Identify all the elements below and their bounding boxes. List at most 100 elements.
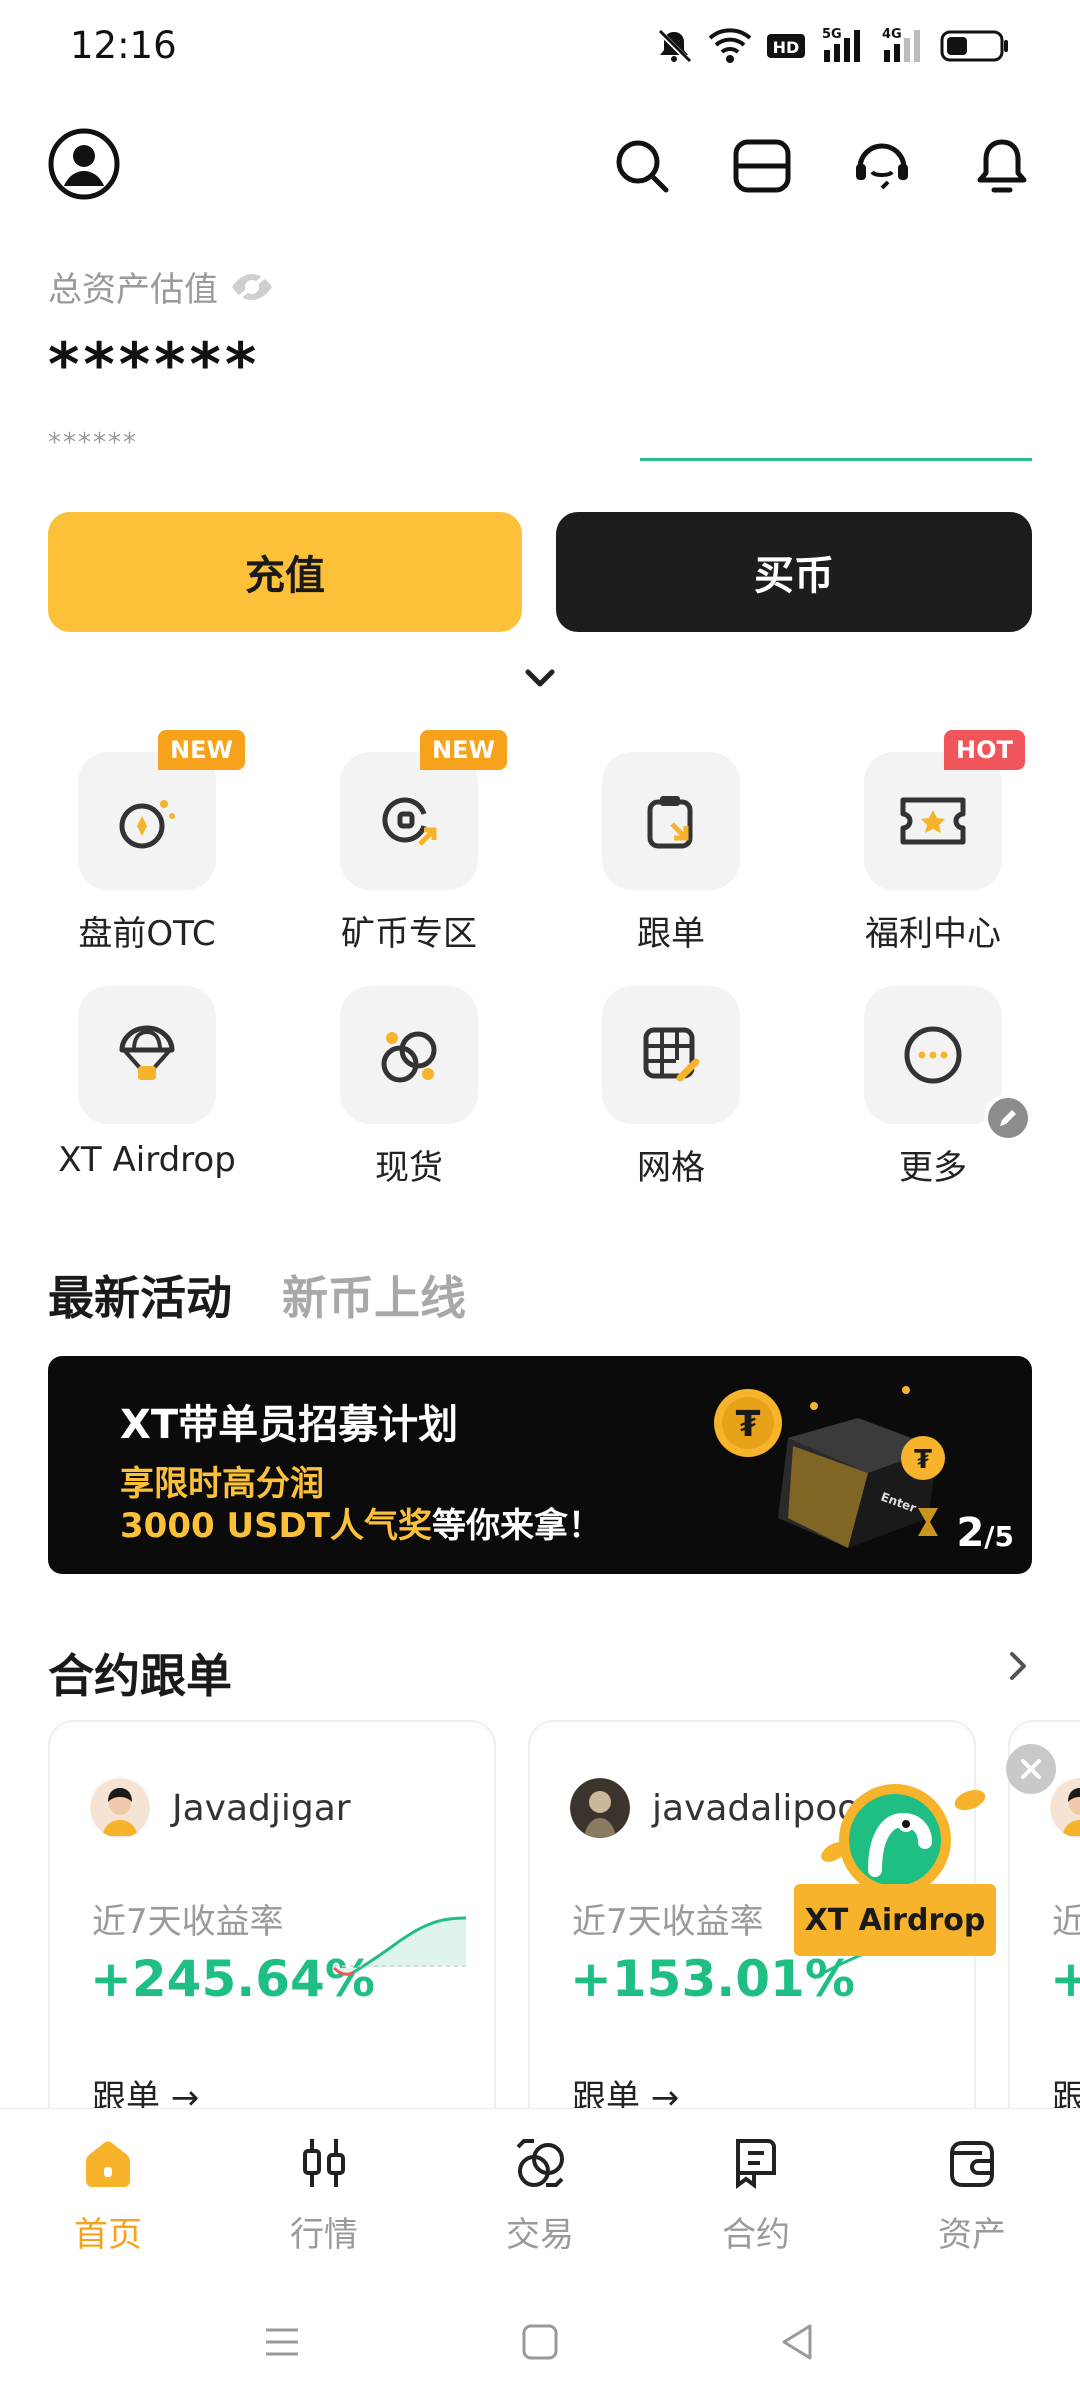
- return-label: 近7天收益率: [572, 1902, 764, 1942]
- shortcut-label: 更多: [899, 1148, 967, 1188]
- status-bar: 12:16 HD 5G 4G: [0, 0, 1080, 96]
- home-icon: [86, 2141, 130, 2187]
- deposit-button[interactable]: 充值: [48, 512, 522, 632]
- menu-icon[interactable]: [260, 2320, 304, 2364]
- wifi-icon: [708, 28, 752, 63]
- return-value: +: [1050, 1950, 1080, 2008]
- follow-trader-button[interactable]: 跟单 →: [572, 2070, 679, 2110]
- nav-futures[interactable]: 合约: [648, 2133, 864, 2256]
- close-airdrop-float-icon[interactable]: [1006, 1744, 1056, 1794]
- tab-new-listings[interactable]: 新币上线: [282, 1262, 466, 1328]
- home-square-icon[interactable]: [518, 2320, 562, 2364]
- bottom-nav: 首页 行情 交易 合约 资产: [0, 2108, 1080, 2276]
- new-badge: NEW: [420, 730, 507, 770]
- copy-trading-title: 合约跟单: [48, 1649, 232, 1703]
- signal-5g-icon: 5G: [822, 27, 860, 62]
- shortcut-rewards-center[interactable]: HOT 福利中心: [798, 730, 1060, 954]
- follow-trader-button[interactable]: 跟单 →: [92, 2070, 199, 2110]
- follow-trader-button[interactable]: 跟: [1052, 2070, 1080, 2110]
- support-icon[interactable]: [852, 136, 912, 196]
- buy-crypto-button[interactable]: 买币: [556, 512, 1032, 632]
- trade-icon: [516, 2139, 564, 2187]
- banner-page-total: /5: [984, 1520, 1014, 1553]
- tab-latest-activities[interactable]: 最新活动: [48, 1262, 232, 1328]
- shortcut-copy-trade[interactable]: 跟单: [536, 730, 798, 954]
- trader-avatar: [1050, 1778, 1080, 1838]
- airdrop-floating-widget[interactable]: XT Airdrop: [790, 1780, 1000, 1960]
- hd-icon: HD: [767, 34, 805, 58]
- total-asset-value: ******: [48, 330, 261, 400]
- svg-text:4G: 4G: [882, 27, 902, 42]
- total-asset-label-text: 总资产估值: [48, 270, 218, 310]
- airdrop-mascot-icon: [821, 1784, 986, 1896]
- airdrop-icon: [78, 986, 216, 1124]
- shortcut-label: XT Airdrop: [58, 1140, 236, 1180]
- shortcut-pre-market-otc[interactable]: NEW 盘前OTC: [12, 730, 274, 954]
- new-badge: NEW: [158, 730, 245, 770]
- svg-text:HD: HD: [773, 38, 800, 57]
- nav-home[interactable]: 首页: [0, 2133, 216, 2256]
- signal-4g-icon: 4G: [882, 27, 920, 62]
- nav-trade[interactable]: 交易: [432, 2133, 648, 2256]
- copy-trade-icon: [602, 752, 740, 890]
- grid-trading-icon: [602, 986, 740, 1124]
- banner-page-current: 2: [956, 1510, 985, 1556]
- total-asset-fiat-value: ******: [48, 428, 138, 458]
- shortcut-label: 网格: [637, 1148, 705, 1188]
- nav-label: 交易: [506, 2215, 574, 2255]
- expand-chevron-down-icon[interactable]: [522, 664, 558, 692]
- asset-trend-line: [640, 458, 1032, 461]
- shortcut-mining-coin[interactable]: NEW 矿币专区: [274, 730, 536, 954]
- notification-bell-icon[interactable]: [972, 136, 1032, 196]
- shortcut-label: 现货: [375, 1148, 443, 1188]
- hot-badge: HOT: [944, 730, 1025, 770]
- banner-reward-highlight: 3000 USDT人气奖: [120, 1506, 432, 1546]
- trader-info: Javadjigar: [90, 1778, 351, 1838]
- search-icon[interactable]: [612, 136, 672, 196]
- nav-assets[interactable]: 资产: [864, 2133, 1080, 2256]
- nav-market[interactable]: 行情: [216, 2133, 432, 2256]
- svg-text:₮: ₮: [914, 1445, 932, 1475]
- trader-avatar: [90, 1778, 150, 1838]
- svg-text:5G: 5G: [822, 27, 842, 42]
- more-icon: [864, 986, 1002, 1124]
- airdrop-float-label: XT Airdrop: [794, 1884, 996, 1956]
- banner-title: XT带单员招募计划: [120, 1402, 459, 1448]
- market-icon: [303, 2139, 345, 2187]
- return-sparkline: [332, 1916, 467, 1976]
- system-nav-bar: [0, 2276, 1080, 2408]
- status-icons: HD 5G 4G: [654, 26, 1010, 66]
- shortcut-grid-trading[interactable]: 网格: [536, 964, 798, 1188]
- trader-avatar: [570, 1778, 630, 1838]
- shortcut-more[interactable]: 更多: [798, 964, 1060, 1188]
- mining-coin-icon: [340, 752, 478, 890]
- edit-shortcuts-pencil-icon[interactable]: [984, 1094, 1032, 1142]
- activity-tabs: 最新活动 新币上线: [48, 1262, 466, 1328]
- profile-avatar-icon[interactable]: [48, 128, 120, 200]
- nav-label: 行情: [290, 2215, 358, 2255]
- rewards-center-icon: [864, 752, 1002, 890]
- shortcut-label: 福利中心: [865, 914, 1001, 954]
- battery-icon: [940, 30, 1008, 62]
- shortcut-xt-airdrop[interactable]: XT Airdrop: [12, 964, 274, 1184]
- chevron-right-icon[interactable]: [1004, 1648, 1034, 1684]
- trader-info: [1050, 1778, 1080, 1838]
- spot-icon: [340, 986, 478, 1124]
- shortcut-label: 跟单: [637, 914, 705, 954]
- trader-card[interactable]: Javadjigar 近7天收益率 +245.64% 跟单 →: [48, 1720, 496, 2110]
- scan-icon[interactable]: [732, 136, 792, 196]
- futures-icon: [736, 2139, 776, 2189]
- promo-banner[interactable]: XT带单员招募计划 享限时高分润 3000 USDT人气奖等你来拿！ Enter…: [48, 1356, 1032, 1574]
- return-label: 近: [1052, 1902, 1080, 1942]
- shortcut-spot[interactable]: 现货: [274, 964, 536, 1188]
- shortcut-label: 盘前OTC: [78, 914, 216, 954]
- mute-icon: [657, 29, 692, 63]
- nav-label: 首页: [74, 2215, 142, 2255]
- shortcut-label: 矿币专区: [341, 914, 477, 954]
- assets-icon: [950, 2141, 994, 2187]
- top-actions: [612, 136, 1032, 196]
- banner-page-indicator: 2/5: [956, 1510, 1014, 1556]
- hide-balance-eye-icon[interactable]: [230, 270, 274, 304]
- back-triangle-icon[interactable]: [776, 2320, 820, 2364]
- svg-text:₮: ₮: [735, 1404, 760, 1445]
